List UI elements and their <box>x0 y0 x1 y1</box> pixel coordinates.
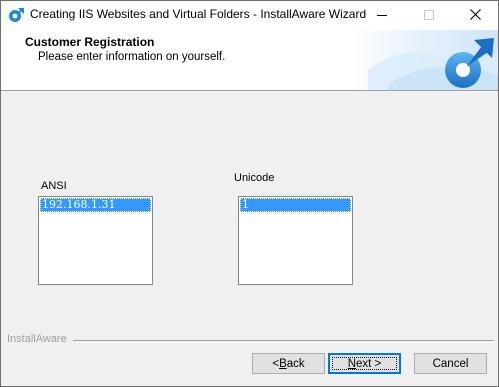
next-button[interactable]: Next > <box>328 353 401 374</box>
header-banner: Customer Registration Please enter infor… <box>1 30 498 91</box>
minimize-button[interactable] <box>359 1 405 30</box>
unicode-list-item[interactable]: 1 <box>240 198 351 212</box>
minimize-icon <box>377 9 387 23</box>
installaware-logo-icon <box>348 30 498 90</box>
page-subtitle: Please enter information on yourself. <box>38 51 226 63</box>
unicode-label: Unicode <box>234 172 275 184</box>
ansi-label: ANSI <box>41 180 67 192</box>
ansi-list-item[interactable]: 192.168.1.31 <box>40 198 151 212</box>
back-button[interactable]: < Back <box>252 353 325 374</box>
back-label-mnemonic: B <box>279 357 287 370</box>
back-label-rest: ack <box>286 357 305 370</box>
window-title: Creating IIS Websites and Virtual Folder… <box>30 7 367 21</box>
cancel-button[interactable]: Cancel <box>414 353 487 374</box>
title-bar[interactable]: Creating IIS Websites and Virtual Folder… <box>1 1 498 30</box>
installaware-icon <box>7 6 25 24</box>
maximize-button[interactable] <box>406 1 452 30</box>
page-title: Customer Registration <box>25 35 155 49</box>
maximize-icon <box>424 9 434 23</box>
close-button[interactable] <box>452 1 498 30</box>
ansi-listbox[interactable]: 192.168.1.31 <box>38 196 153 285</box>
wizard-window: Creating IIS Websites and Virtual Folder… <box>0 0 499 387</box>
content-area: ANSI 192.168.1.31 Unicode 1 InstallAware… <box>1 91 498 386</box>
unicode-listbox[interactable]: 1 <box>238 196 353 285</box>
footer-divider <box>73 340 494 343</box>
back-label-prefix: < <box>272 357 280 370</box>
close-icon <box>469 8 481 23</box>
footer-brand: InstallAware <box>7 333 67 345</box>
focus-rect <box>332 357 397 370</box>
